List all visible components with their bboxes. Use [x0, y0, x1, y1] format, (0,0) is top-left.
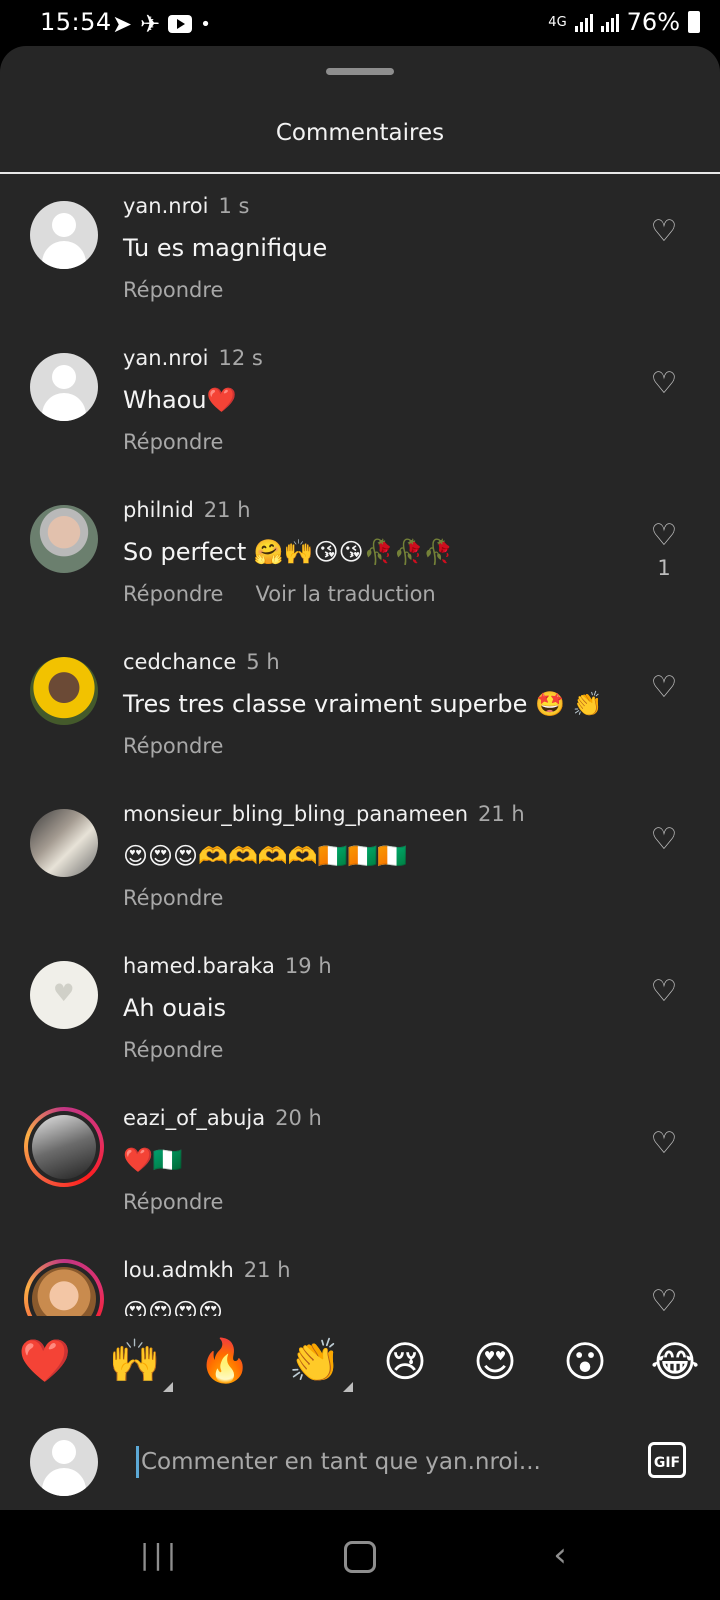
comment-time: 20 h — [275, 1106, 322, 1130]
comment-time: 21 h — [243, 1258, 291, 1282]
avatar — [32, 1115, 96, 1179]
comment-time: 1 s — [218, 194, 250, 218]
youtube-icon — [168, 15, 193, 33]
home-icon[interactable] — [330, 1530, 390, 1580]
like-heart-icon[interactable]: ♡ — [648, 1128, 680, 1160]
gif-button[interactable]: GIF — [648, 1442, 686, 1478]
avatar[interactable] — [30, 657, 98, 725]
skin-tone-indicator — [163, 1382, 173, 1392]
reaction-fire[interactable]: 🔥 — [185, 1336, 265, 1386]
like-heart-icon[interactable]: ♡ — [648, 1286, 680, 1318]
recent-apps-icon[interactable]: ||| — [130, 1530, 190, 1580]
reaction-heart-eyes[interactable]: 😍 — [455, 1337, 535, 1386]
comment-composer: Commenter en tant que yan.nroi... GIF — [0, 1416, 720, 1510]
back-icon[interactable]: ‹ — [530, 1530, 590, 1580]
reaction-laughing[interactable]: 😂 — [635, 1337, 715, 1386]
comment-time: 19 h — [284, 954, 332, 978]
reply-button[interactable]: Répondre — [123, 278, 223, 302]
network-label: 4G — [548, 14, 567, 30]
own-avatar — [30, 1428, 98, 1496]
battery-icon — [688, 11, 700, 33]
comment-username[interactable]: yan.nroi — [123, 346, 208, 370]
comment-username[interactable]: cedchance — [123, 650, 236, 674]
telegram-icon: ✈ — [140, 10, 161, 38]
reaction-heart[interactable]: ❤️ — [5, 1336, 85, 1386]
comment-text: 😍😍😍🫶🫶🫶🫶🇨🇮🇨🇮🇨🇮 — [123, 842, 408, 870]
reaction-clapping[interactable]: 👏 — [275, 1336, 355, 1392]
quick-reactions-bar: ❤️ 🙌 🔥 👏 😢 😍 😮 😂 — [0, 1316, 720, 1406]
status-time: 15:54 — [40, 8, 112, 36]
comments-sheet: Commentaires yan.nroi 1 s Tu es magnifiqu… — [0, 46, 720, 1510]
comment-username[interactable]: hamed.baraka — [123, 954, 275, 978]
comment-text: Whaou❤️ — [123, 386, 237, 414]
comment-item: philnid 21 h So perfect 🤗🙌😘😘🥀🥀🥀 Répondre … — [0, 480, 720, 632]
reply-button[interactable]: Répondre — [123, 430, 223, 454]
signal-icon — [574, 12, 593, 32]
comment-item: eazi_of_abuja 20 h ❤️🇳🇬 Répondre ♡ — [0, 1088, 720, 1240]
comment-item: yan.nroi 1 s Tu es magnifique Répondre ♡ — [0, 176, 720, 328]
avatar-story-ring[interactable] — [24, 1107, 104, 1187]
like-heart-icon[interactable]: ♡ — [648, 216, 680, 248]
dot-icon: • — [200, 13, 211, 35]
comment-username[interactable]: lou.admkh — [123, 1258, 234, 1282]
comment-time: 5 h — [246, 650, 280, 674]
comment-item: yan.nroi 12 s Whaou❤️ Répondre ♡ — [0, 328, 720, 480]
reaction-surprised[interactable]: 😮 — [545, 1337, 625, 1386]
comment-item: hamed.baraka 19 h Ah ouais Répondre ♡ — [0, 936, 720, 1088]
reply-button[interactable]: Répondre — [123, 582, 223, 606]
divider — [0, 172, 720, 174]
comment-username[interactable]: eazi_of_abuja — [123, 1106, 265, 1130]
send-icon: ➤ — [112, 10, 133, 38]
comment-item: cedchance 5 h Tres tres classe vraiment s… — [0, 632, 720, 784]
status-bar: 15:54 ➤ ✈ • 4G 76% — [0, 0, 720, 46]
like-heart-icon[interactable]: ♡ — [648, 520, 680, 552]
sheet-title: Commentaires — [275, 120, 445, 146]
avatar[interactable] — [30, 505, 98, 573]
comment-username[interactable]: philnid — [123, 498, 194, 522]
see-translation-link[interactable]: Voir la traduction — [255, 582, 435, 606]
comment-username[interactable]: yan.nroi — [123, 194, 208, 218]
comment-input[interactable]: Commenter en tant que yan.nroi... — [136, 1446, 541, 1478]
comment-time: 12 s — [218, 346, 263, 370]
like-heart-icon[interactable]: ♡ — [648, 976, 680, 1008]
drag-handle[interactable] — [326, 68, 394, 75]
like-heart-icon[interactable]: ♡ — [648, 824, 680, 856]
comment-text: Tres tres classe vraiment superbe 🤩 👏 — [123, 690, 603, 718]
reply-button[interactable]: Répondre — [123, 886, 223, 910]
reply-button[interactable]: Répondre — [123, 1190, 223, 1214]
like-heart-icon[interactable]: ♡ — [648, 672, 680, 704]
like-count: 1 — [657, 556, 671, 580]
reply-button[interactable]: Répondre — [123, 1038, 223, 1062]
reaction-raising-hands[interactable]: 🙌 — [95, 1336, 175, 1392]
skin-tone-indicator — [343, 1382, 353, 1392]
comment-list[interactable]: yan.nroi 1 s Tu es magnifique Répondre ♡ … — [0, 176, 720, 1361]
comment-time: 21 h — [478, 802, 525, 826]
comment-text: Ah ouais — [123, 994, 227, 1022]
comment-text: Tu es magnifique — [123, 234, 328, 262]
signal-icon — [600, 12, 619, 32]
comment-time: 21 h — [203, 498, 251, 522]
like-heart-icon[interactable]: ♡ — [648, 368, 680, 400]
reaction-crying[interactable]: 😢 — [365, 1337, 445, 1386]
comment-text: So perfect 🤗🙌😘😘🥀🥀🥀 — [123, 538, 454, 566]
comment-username[interactable]: monsieur_bling_bling_panameen — [123, 802, 468, 826]
avatar[interactable] — [30, 809, 98, 877]
battery-percent: 76% — [626, 8, 680, 36]
avatar[interactable] — [30, 961, 98, 1029]
avatar[interactable] — [30, 353, 98, 421]
avatar[interactable] — [30, 201, 98, 269]
comment-text: ❤️🇳🇬 — [123, 1146, 183, 1174]
reply-button[interactable]: Répondre — [123, 734, 223, 758]
comment-item: monsieur_bling_bling_panameen 21 h 😍😍😍🫶🫶🫶… — [0, 784, 720, 936]
system-nav-bar: ||| ‹ — [0, 1510, 720, 1600]
